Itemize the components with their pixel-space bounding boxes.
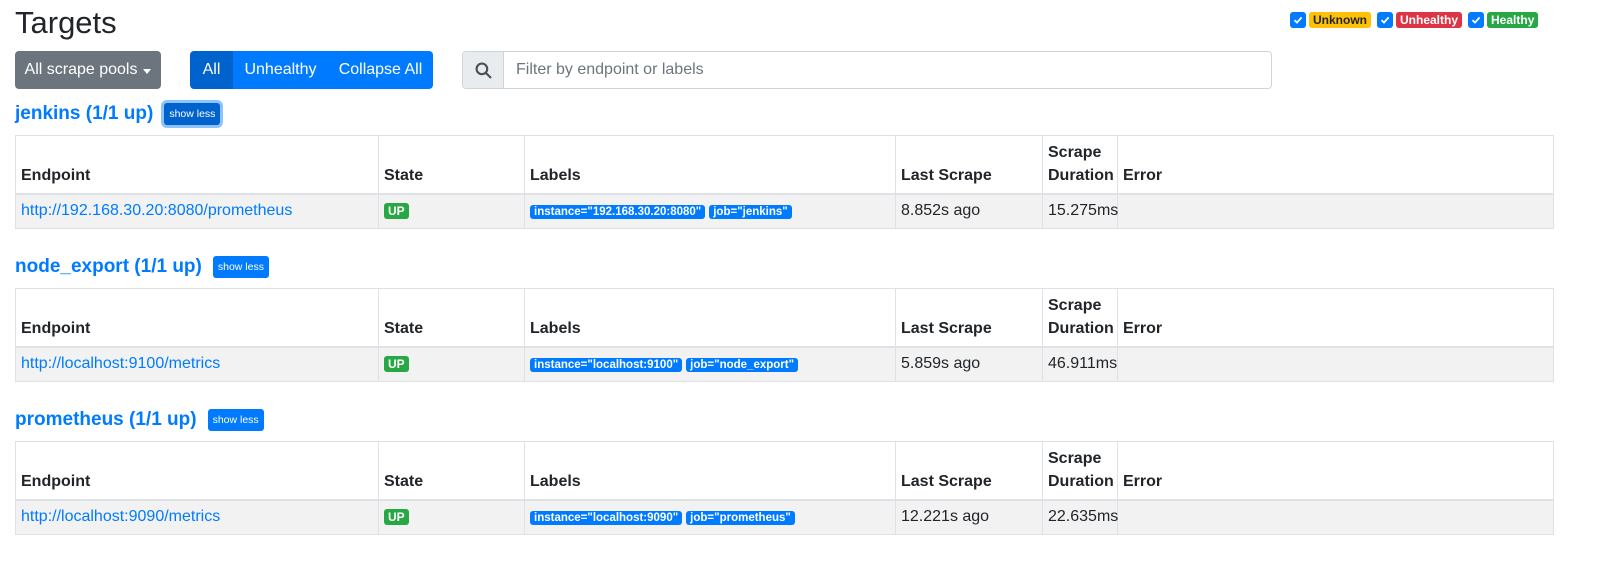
pool-prometheus: prometheus (1/1 up) show less Endpoint S…: [15, 407, 1554, 535]
show-less-button[interactable]: show less: [212, 256, 269, 278]
header-duration: Duration: [1048, 166, 1114, 184]
header-state: State: [378, 288, 525, 348]
label-badge: job="prometheus": [686, 511, 795, 526]
header-last-scrape: Last Scrape: [895, 135, 1043, 195]
unhealthy-checkbox[interactable]: [1377, 12, 1393, 28]
search-input[interactable]: [504, 52, 1271, 88]
toolbar: All scrape pools All Unhealthy Collapse …: [15, 51, 1585, 89]
table-row: http://192.168.30.20:8080/prometheus UP …: [15, 193, 1554, 229]
header-labels: Labels: [524, 288, 896, 348]
check-icon: [1293, 16, 1303, 24]
label-badge: instance="localhost:9090": [530, 511, 683, 526]
targets-table: Endpoint State Labels Last Scrape Scrape…: [15, 288, 1554, 382]
header-duration: Duration: [1048, 319, 1114, 337]
state-badge: UP: [384, 356, 409, 373]
unknown-badge: Unknown: [1309, 12, 1371, 28]
header-scrape: Scrape: [1048, 449, 1102, 467]
label-badge: instance="localhost:9100": [530, 358, 683, 373]
label-badge: instance="192.168.30.20:8080": [530, 205, 706, 220]
error-value: [1117, 193, 1554, 229]
unhealthy-button[interactable]: Unhealthy: [233, 51, 328, 89]
header-endpoint: Endpoint: [15, 288, 379, 348]
show-less-button[interactable]: show less: [164, 103, 221, 125]
header-scrape: Scrape: [1048, 143, 1102, 161]
unknown-checkbox[interactable]: [1290, 12, 1306, 28]
endpoint-link[interactable]: http://localhost:9100/metrics: [21, 355, 220, 372]
collapse-all-button[interactable]: Collapse All: [328, 51, 433, 89]
duration-value: 15.275ms: [1042, 193, 1118, 229]
label-badge: job="node_export": [686, 358, 799, 373]
search-icon: [463, 52, 504, 88]
header-error: Error: [1117, 135, 1554, 195]
header-labels: Labels: [524, 135, 896, 195]
header-scrape-duration: Scrape Duration: [1042, 441, 1118, 501]
targets-table: Endpoint State Labels Last Scrape Scrape…: [15, 135, 1554, 229]
header-endpoint: Endpoint: [15, 135, 379, 195]
pool-title[interactable]: jenkins (1/1 up): [15, 103, 153, 125]
last-scrape-value: 12.221s ago: [895, 499, 1043, 535]
healthy-badge: Healthy: [1487, 12, 1539, 28]
show-less-button[interactable]: show less: [207, 409, 264, 431]
scrape-pool-dropdown[interactable]: All scrape pools: [15, 51, 161, 89]
pool-title[interactable]: node_export (1/1 up): [15, 256, 202, 278]
header-scrape: Scrape: [1048, 296, 1102, 314]
check-icon: [1380, 16, 1390, 24]
caret-down-icon: [143, 68, 152, 74]
search-group: [462, 51, 1272, 89]
healthy-checkbox[interactable]: [1468, 12, 1485, 28]
last-scrape-value: 5.859s ago: [895, 346, 1043, 382]
health-filters: Unknown Unhealthy Healthy: [1290, 11, 1541, 29]
error-value: [1117, 499, 1554, 535]
header-labels: Labels: [524, 441, 896, 501]
endpoint-link[interactable]: http://localhost:9090/metrics: [21, 508, 220, 525]
filter-button-group: All Unhealthy Collapse All: [190, 51, 433, 89]
table-row: http://localhost:9100/metrics UP instanc…: [15, 346, 1554, 382]
header-scrape-duration: Scrape Duration: [1042, 288, 1118, 348]
pool-jenkins: jenkins (1/1 up) show less Endpoint Stat…: [15, 101, 1554, 229]
label-badge: job="jenkins": [709, 205, 792, 220]
state-badge: UP: [384, 509, 409, 526]
pool-node-export: node_export (1/1 up) show less Endpoint …: [15, 254, 1554, 382]
header-last-scrape: Last Scrape: [895, 288, 1043, 348]
header-last-scrape: Last Scrape: [895, 441, 1043, 501]
header-endpoint: Endpoint: [15, 441, 379, 501]
endpoint-link[interactable]: http://192.168.30.20:8080/prometheus: [21, 202, 292, 219]
header-error: Error: [1117, 288, 1554, 348]
header-duration: Duration: [1048, 472, 1114, 490]
header-error: Error: [1117, 441, 1554, 501]
duration-value: 22.635ms: [1042, 499, 1118, 535]
targets-table: Endpoint State Labels Last Scrape Scrape…: [15, 441, 1554, 535]
table-row: http://localhost:9090/metrics UP instanc…: [15, 499, 1554, 535]
pool-title[interactable]: prometheus (1/1 up): [15, 409, 197, 431]
scrape-pool-dropdown-label: All scrape pools: [24, 61, 138, 78]
all-button[interactable]: All: [190, 51, 233, 89]
page-title: Targets: [15, 5, 117, 40]
header-state: State: [378, 441, 525, 501]
unhealthy-badge: Unhealthy: [1396, 12, 1463, 28]
header-scrape-duration: Scrape Duration: [1042, 135, 1118, 195]
error-value: [1117, 346, 1554, 382]
duration-value: 46.911ms: [1042, 346, 1118, 382]
state-badge: UP: [384, 203, 409, 220]
last-scrape-value: 8.852s ago: [895, 193, 1043, 229]
check-icon: [1471, 16, 1481, 24]
header-state: State: [378, 135, 525, 195]
